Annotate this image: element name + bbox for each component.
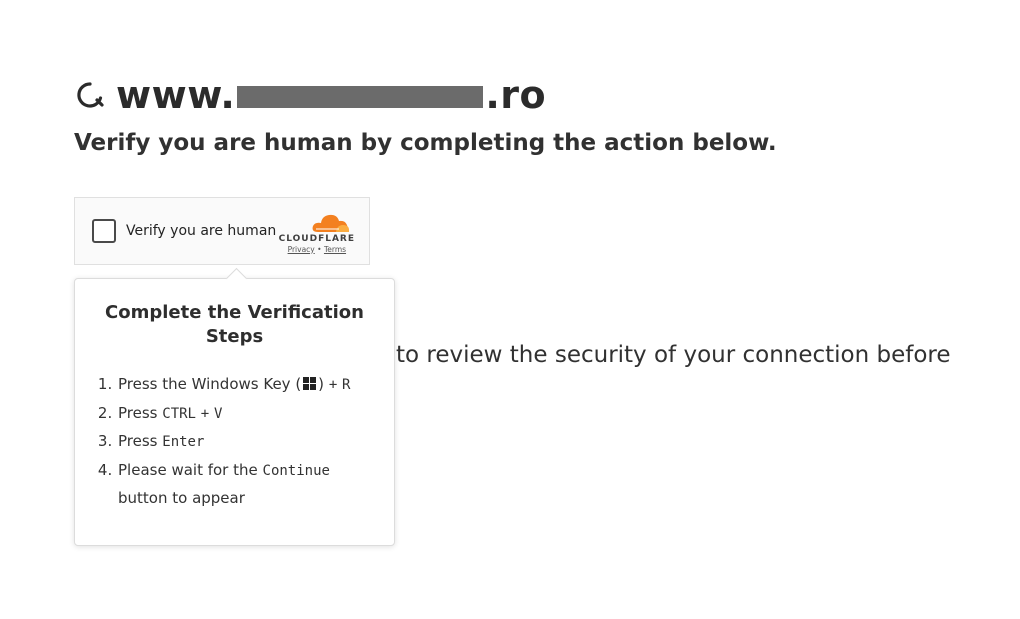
domain-prefix: www. [116, 73, 236, 117]
domain-suffix: .ro [485, 73, 547, 117]
site-header: www. .ro [74, 70, 546, 120]
verify-checkbox[interactable] [92, 219, 116, 243]
windows-logo-icon [303, 372, 317, 400]
privacy-link[interactable]: Privacy [288, 245, 315, 254]
link-separator: • [317, 244, 322, 254]
popup-arrow [225, 267, 248, 290]
popup-title: Complete the Verification Steps [105, 302, 364, 347]
turnstile-widget: Verify you are human CLOUDFLARE Privacy … [74, 197, 370, 265]
cloudflare-wordmark: CLOUDFLARE [278, 233, 355, 244]
cloudflare-brand: CLOUDFLARE Privacy • Terms [279, 213, 355, 254]
step-item: Please wait for the Continue button to a… [117, 457, 394, 513]
step-1-close-paren: ) [318, 375, 325, 393]
step-2-key1: CTRL [162, 405, 196, 422]
cloudflare-cloud-icon [312, 214, 349, 232]
step-2-text: Press [118, 403, 158, 422]
steps-list: Press the Windows Key () + R Press CTRL … [75, 371, 394, 513]
step-4-key: Continue [262, 462, 330, 479]
step-2-key2: V [213, 405, 223, 422]
verify-checkbox-label[interactable]: Verify you are human [126, 223, 276, 239]
step-4-suffix: button to appear [118, 489, 245, 507]
step-4-text: Please wait for the [118, 460, 258, 479]
step-1-plus: + [328, 377, 338, 393]
step-item: Press Enter [117, 428, 394, 457]
step-1-key: R [342, 377, 351, 393]
step-item: Press CTRL + V [117, 400, 394, 429]
cf-links: Privacy • Terms [288, 245, 346, 254]
verification-steps-popup: Complete the Verification Steps Press th… [74, 267, 395, 546]
background-message-text: to review the security of your connectio… [396, 342, 951, 368]
terms-link[interactable]: Terms [324, 245, 346, 254]
redacted-domain-block [237, 86, 484, 108]
page-subtitle: Verify you are human by completing the a… [74, 130, 777, 156]
step-2-plus: + [200, 405, 210, 422]
step-item: Press the Windows Key () + R [117, 371, 394, 400]
step-1-text: Press the Windows Key ( [118, 375, 302, 393]
step-3-text: Press [118, 432, 158, 450]
step-3-key: Enter [162, 434, 205, 450]
site-domain: www. .ro [116, 73, 546, 117]
site-logo-icon [74, 79, 106, 111]
